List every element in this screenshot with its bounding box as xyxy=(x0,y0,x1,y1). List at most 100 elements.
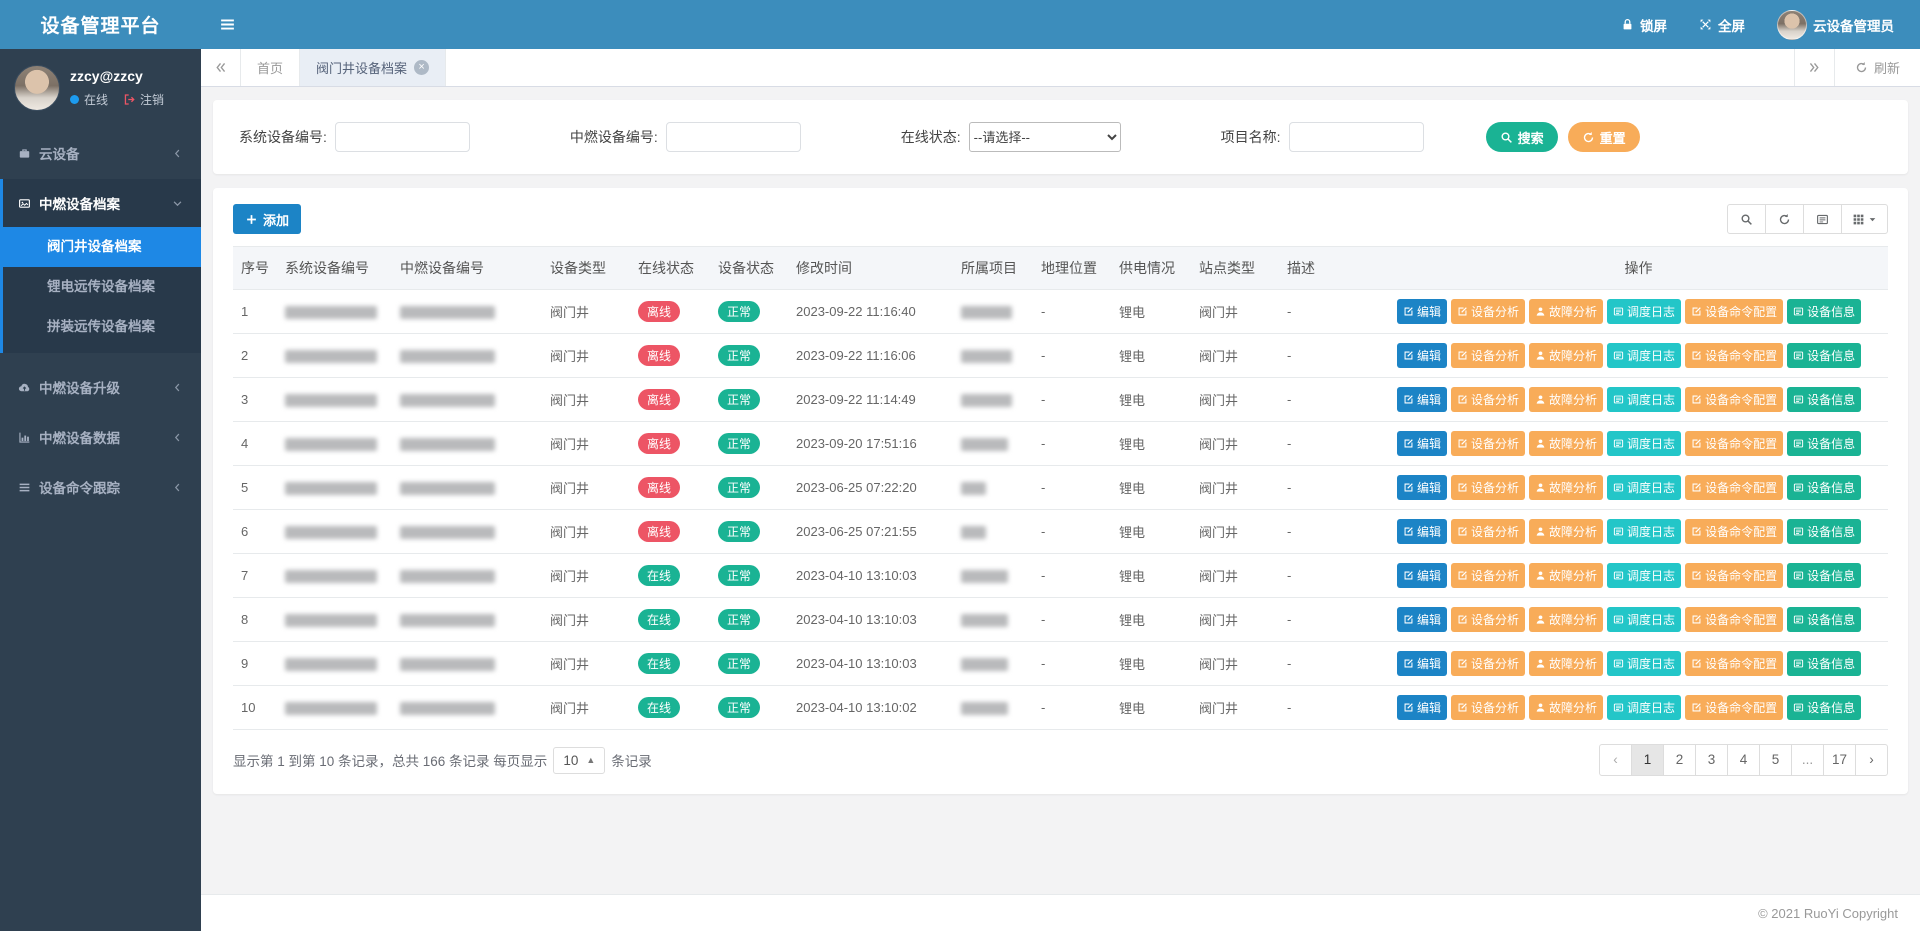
sidebar-item-4[interactable]: 设备命令跟踪 xyxy=(0,463,201,511)
page-size-dropdown[interactable]: 10 ▲ xyxy=(553,747,605,774)
sidebar-item-1[interactable]: 中燃设备档案 xyxy=(3,179,201,227)
row-action-edit[interactable]: 编辑 xyxy=(1397,695,1447,720)
row-action-dispatch-log[interactable]: 调度日志 xyxy=(1607,343,1681,368)
online-status-select[interactable]: --请选择-- xyxy=(969,122,1121,152)
page-next-button[interactable]: › xyxy=(1855,744,1888,776)
tab-close-icon[interactable]: × xyxy=(414,60,429,75)
row-action-dispatch-log[interactable]: 调度日志 xyxy=(1607,695,1681,720)
page-button-5[interactable]: 5 xyxy=(1759,744,1792,776)
row-action-device-info[interactable]: 设备信息 xyxy=(1787,695,1861,720)
row-action-edit[interactable]: 编辑 xyxy=(1397,607,1447,632)
row-action-device-info[interactable]: 设备信息 xyxy=(1787,607,1861,632)
fullscreen-button[interactable]: 全屏 xyxy=(1683,0,1761,49)
row-action-dispatch-log[interactable]: 调度日志 xyxy=(1607,651,1681,676)
row-action-device-analysis[interactable]: 设备分析 xyxy=(1451,519,1525,544)
table-refresh-button[interactable] xyxy=(1765,204,1804,234)
row-action-fault-analysis[interactable]: 故障分析 xyxy=(1529,519,1603,544)
row-action-edit[interactable]: 编辑 xyxy=(1397,519,1447,544)
row-action-fault-analysis[interactable]: 故障分析 xyxy=(1529,431,1603,456)
table-detail-view-button[interactable] xyxy=(1803,204,1842,234)
sidebar-subitem-1-1[interactable]: 锂电远传设备档案 xyxy=(3,267,201,307)
page-prev-button[interactable]: ‹ xyxy=(1599,744,1632,776)
row-action-device-analysis[interactable]: 设备分析 xyxy=(1451,651,1525,676)
page-button-1[interactable]: 1 xyxy=(1631,744,1664,776)
row-action-fault-analysis[interactable]: 故障分析 xyxy=(1529,387,1603,412)
reset-button[interactable]: 重置 xyxy=(1568,122,1640,152)
row-action-fault-analysis[interactable]: 故障分析 xyxy=(1529,607,1603,632)
row-action-dispatch-log[interactable]: 调度日志 xyxy=(1607,475,1681,500)
sidebar-subitem-1-2[interactable]: 拼装远传设备档案 xyxy=(3,307,201,347)
row-action-device-analysis[interactable]: 设备分析 xyxy=(1451,387,1525,412)
row-action-dispatch-log[interactable]: 调度日志 xyxy=(1607,519,1681,544)
row-action-device-analysis[interactable]: 设备分析 xyxy=(1451,563,1525,588)
row-action-edit[interactable]: 编辑 xyxy=(1397,387,1447,412)
row-action-dispatch-log[interactable]: 调度日志 xyxy=(1607,607,1681,632)
row-action-edit[interactable]: 编辑 xyxy=(1397,475,1447,500)
row-action-device-info[interactable]: 设备信息 xyxy=(1787,299,1861,324)
row-action-device-command-config[interactable]: 设备命令配置 xyxy=(1685,299,1783,324)
row-action-device-command-config[interactable]: 设备命令配置 xyxy=(1685,651,1783,676)
row-action-edit[interactable]: 编辑 xyxy=(1397,299,1447,324)
row-action-device-command-config[interactable]: 设备命令配置 xyxy=(1685,607,1783,632)
page-button-4[interactable]: 4 xyxy=(1727,744,1760,776)
row-action-device-analysis[interactable]: 设备分析 xyxy=(1451,607,1525,632)
row-action-device-info[interactable]: 设备信息 xyxy=(1787,475,1861,500)
sidebar-item-0[interactable]: 云设备 xyxy=(0,129,201,177)
row-action-dispatch-log[interactable]: 调度日志 xyxy=(1607,387,1681,412)
table-columns-button[interactable] xyxy=(1841,204,1888,234)
row-action-edit[interactable]: 编辑 xyxy=(1397,343,1447,368)
row-action-fault-analysis[interactable]: 故障分析 xyxy=(1529,563,1603,588)
row-action-device-analysis[interactable]: 设备分析 xyxy=(1451,475,1525,500)
row-action-device-command-config[interactable]: 设备命令配置 xyxy=(1685,387,1783,412)
row-action-edit[interactable]: 编辑 xyxy=(1397,431,1447,456)
row-action-fault-analysis[interactable]: 故障分析 xyxy=(1529,695,1603,720)
sidebar-item-3[interactable]: 中燃设备数据 xyxy=(0,413,201,461)
search-input-0[interactable] xyxy=(335,122,470,152)
page-button-17[interactable]: 17 xyxy=(1823,744,1856,776)
sidebar-toggle-button[interactable] xyxy=(201,0,254,49)
row-action-dispatch-log[interactable]: 调度日志 xyxy=(1607,299,1681,324)
row-action-device-info[interactable]: 设备信息 xyxy=(1787,343,1861,368)
search-button[interactable]: 搜索 xyxy=(1486,122,1558,152)
row-action-device-command-config[interactable]: 设备命令配置 xyxy=(1685,431,1783,456)
tabs-scroll-right-button[interactable] xyxy=(1794,49,1834,86)
row-action-device-analysis[interactable]: 设备分析 xyxy=(1451,431,1525,456)
tab-1[interactable]: 阀门井设备档案× xyxy=(300,49,446,86)
page-button-3[interactable]: 3 xyxy=(1695,744,1728,776)
add-button[interactable]: 添加 xyxy=(233,204,301,234)
row-action-edit[interactable]: 编辑 xyxy=(1397,651,1447,676)
search-input-3[interactable] xyxy=(1289,122,1424,152)
logout-link[interactable]: 注销 xyxy=(123,91,164,108)
tabs-scroll-left-button[interactable] xyxy=(201,49,241,86)
sidebar-subitem-1-0[interactable]: 阀门井设备档案 xyxy=(3,227,201,267)
row-action-dispatch-log[interactable]: 调度日志 xyxy=(1607,431,1681,456)
row-action-dispatch-log[interactable]: 调度日志 xyxy=(1607,563,1681,588)
row-action-device-analysis[interactable]: 设备分析 xyxy=(1451,695,1525,720)
row-action-device-command-config[interactable]: 设备命令配置 xyxy=(1685,343,1783,368)
table-search-button[interactable] xyxy=(1727,204,1766,234)
row-action-device-info[interactable]: 设备信息 xyxy=(1787,563,1861,588)
row-action-device-analysis[interactable]: 设备分析 xyxy=(1451,343,1525,368)
row-action-device-command-config[interactable]: 设备命令配置 xyxy=(1685,475,1783,500)
user-menu[interactable]: 云设备管理员 xyxy=(1761,0,1920,49)
page-button-2[interactable]: 2 xyxy=(1663,744,1696,776)
refresh-tab-button[interactable]: 刷新 xyxy=(1834,49,1920,86)
row-action-device-command-config[interactable]: 设备命令配置 xyxy=(1685,563,1783,588)
row-action-device-info[interactable]: 设备信息 xyxy=(1787,387,1861,412)
row-action-edit[interactable]: 编辑 xyxy=(1397,563,1447,588)
sidebar-item-2[interactable]: 中燃设备升级 xyxy=(0,363,201,411)
tab-0[interactable]: 首页 xyxy=(241,49,300,86)
row-action-device-command-config[interactable]: 设备命令配置 xyxy=(1685,695,1783,720)
row-action-fault-analysis[interactable]: 故障分析 xyxy=(1529,475,1603,500)
row-action-device-command-config[interactable]: 设备命令配置 xyxy=(1685,519,1783,544)
row-action-device-info[interactable]: 设备信息 xyxy=(1787,519,1861,544)
row-action-fault-analysis[interactable]: 故障分析 xyxy=(1529,299,1603,324)
lock-screen-button[interactable]: 锁屏 xyxy=(1605,0,1683,49)
row-action-device-analysis[interactable]: 设备分析 xyxy=(1451,299,1525,324)
row-action-fault-analysis[interactable]: 故障分析 xyxy=(1529,651,1603,676)
row-action-device-info[interactable]: 设备信息 xyxy=(1787,431,1861,456)
search-input-1[interactable] xyxy=(666,122,801,152)
row-action-fault-analysis[interactable]: 故障分析 xyxy=(1529,343,1603,368)
edit-icon xyxy=(1457,526,1468,537)
row-action-device-info[interactable]: 设备信息 xyxy=(1787,651,1861,676)
